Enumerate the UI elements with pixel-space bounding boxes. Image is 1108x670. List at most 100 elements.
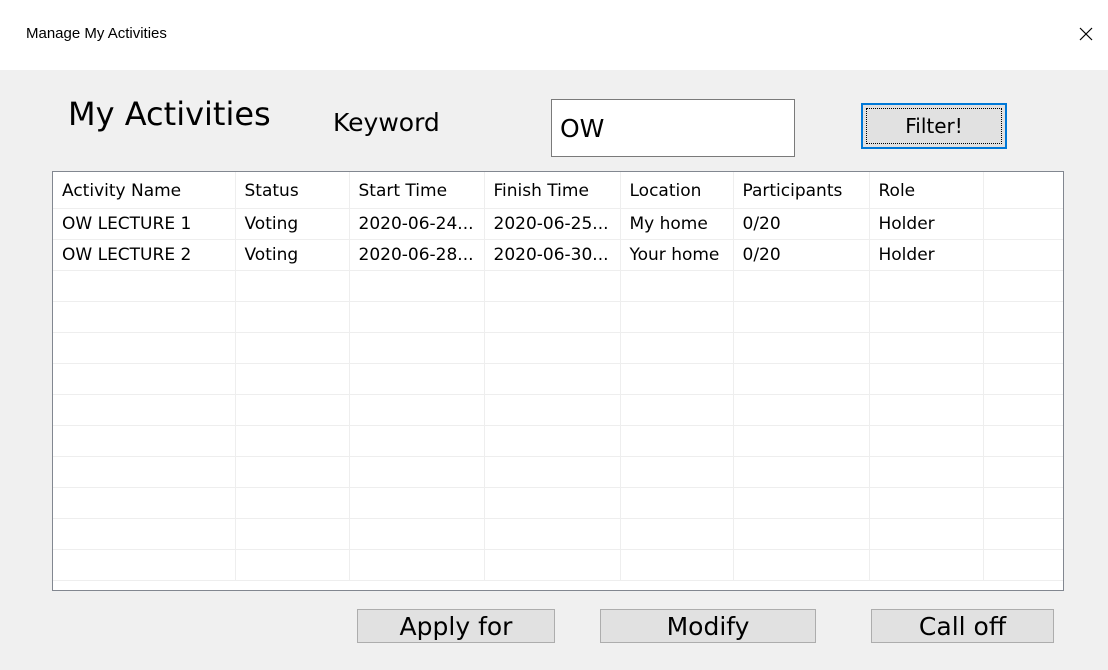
apply-for-button[interactable]: Apply for xyxy=(357,609,555,643)
activity-table: Activity Name Status Start Time Finish T… xyxy=(53,172,1063,581)
empty-cell xyxy=(484,549,621,581)
column-header[interactable]: Activity Name xyxy=(53,172,236,209)
empty-cell xyxy=(53,394,236,426)
empty-cell xyxy=(235,394,350,426)
empty-cell xyxy=(620,518,734,550)
empty-cell xyxy=(983,270,1063,302)
column-header[interactable]: Location xyxy=(620,172,734,209)
empty-cell xyxy=(349,518,485,550)
empty-cell xyxy=(733,518,870,550)
cell-activity-name: OW LECTURE 2 xyxy=(53,239,236,271)
empty-cell xyxy=(733,270,870,302)
modify-button[interactable]: Modify xyxy=(600,609,816,643)
column-header[interactable]: Role xyxy=(869,172,984,209)
cell-finish-time: 2020-06-25... xyxy=(484,208,621,240)
empty-cell xyxy=(349,270,485,302)
table-header-row: Activity Name Status Start Time Finish T… xyxy=(53,172,1063,209)
empty-cell xyxy=(235,363,350,395)
empty-cell xyxy=(53,487,236,519)
empty-cell xyxy=(869,549,984,581)
empty-cell xyxy=(733,425,870,457)
empty-cell xyxy=(733,363,870,395)
empty-cell xyxy=(620,332,734,364)
empty-cell xyxy=(53,425,236,457)
empty-row xyxy=(53,518,1063,550)
close-button[interactable] xyxy=(1070,18,1102,50)
cell-participants: 0/20 xyxy=(733,208,870,240)
cell-activity-name: OW LECTURE 1 xyxy=(53,208,236,240)
empty-cell xyxy=(235,456,350,488)
keyword-input[interactable] xyxy=(551,99,795,157)
empty-cell xyxy=(869,301,984,333)
column-header[interactable]: Finish Time xyxy=(484,172,621,209)
empty-cell xyxy=(484,425,621,457)
empty-cell xyxy=(53,270,236,302)
empty-cell xyxy=(484,456,621,488)
column-header[interactable] xyxy=(983,172,1063,209)
empty-row xyxy=(53,549,1063,581)
empty-cell xyxy=(983,549,1063,581)
empty-cell xyxy=(53,301,236,333)
cell-participants: 0/20 xyxy=(733,239,870,271)
empty-row xyxy=(53,425,1063,457)
table-row[interactable]: OW LECTURE 1 Voting 2020-06-24... 2020-0… xyxy=(53,208,1063,240)
empty-row xyxy=(53,270,1063,302)
empty-cell xyxy=(349,394,485,426)
empty-cell xyxy=(983,332,1063,364)
cell-start-time: 2020-06-28... xyxy=(349,239,485,271)
column-header[interactable]: Status xyxy=(235,172,350,209)
empty-cell xyxy=(983,487,1063,519)
column-header[interactable]: Participants xyxy=(733,172,870,209)
empty-cell xyxy=(484,270,621,302)
filter-button-label: Filter! xyxy=(905,114,963,138)
empty-cell xyxy=(869,487,984,519)
empty-cell xyxy=(235,270,350,302)
empty-row xyxy=(53,487,1063,519)
empty-cell xyxy=(620,301,734,333)
keyword-label: Keyword xyxy=(333,108,440,137)
empty-cell xyxy=(53,549,236,581)
empty-cell xyxy=(733,394,870,426)
activity-list[interactable]: Activity Name Status Start Time Finish T… xyxy=(52,171,1064,591)
empty-cell xyxy=(983,456,1063,488)
empty-cell xyxy=(620,487,734,519)
cell-status: Voting xyxy=(235,239,350,271)
cell-empty xyxy=(983,239,1063,271)
table-row[interactable]: OW LECTURE 2 Voting 2020-06-28... 2020-0… xyxy=(53,239,1063,271)
empty-cell xyxy=(235,549,350,581)
empty-cell xyxy=(349,456,485,488)
cell-location: Your home xyxy=(620,239,734,271)
empty-cell xyxy=(620,270,734,302)
empty-cell xyxy=(484,301,621,333)
empty-cell xyxy=(349,301,485,333)
cell-location: My home xyxy=(620,208,734,240)
cell-finish-time: 2020-06-30... xyxy=(484,239,621,271)
empty-cell xyxy=(983,363,1063,395)
empty-row xyxy=(53,301,1063,333)
empty-cell xyxy=(620,394,734,426)
empty-cell xyxy=(484,332,621,364)
empty-cell xyxy=(983,394,1063,426)
title-bar: Manage My Activities xyxy=(0,0,1108,70)
filter-button[interactable]: Filter! xyxy=(861,103,1007,149)
empty-cell xyxy=(733,301,870,333)
empty-cell xyxy=(869,332,984,364)
empty-cell xyxy=(869,456,984,488)
empty-cell xyxy=(620,549,734,581)
empty-cell xyxy=(53,456,236,488)
empty-cell xyxy=(53,518,236,550)
empty-cell xyxy=(733,549,870,581)
cell-role: Holder xyxy=(869,208,984,240)
empty-cell xyxy=(235,301,350,333)
empty-cell xyxy=(235,518,350,550)
empty-cell xyxy=(235,425,350,457)
empty-row xyxy=(53,332,1063,364)
empty-cell xyxy=(349,332,485,364)
empty-cell xyxy=(349,363,485,395)
column-header[interactable]: Start Time xyxy=(349,172,485,209)
empty-cell xyxy=(869,394,984,426)
empty-cell xyxy=(484,394,621,426)
empty-cell xyxy=(733,456,870,488)
call-off-button[interactable]: Call off xyxy=(871,609,1054,643)
empty-cell xyxy=(235,332,350,364)
